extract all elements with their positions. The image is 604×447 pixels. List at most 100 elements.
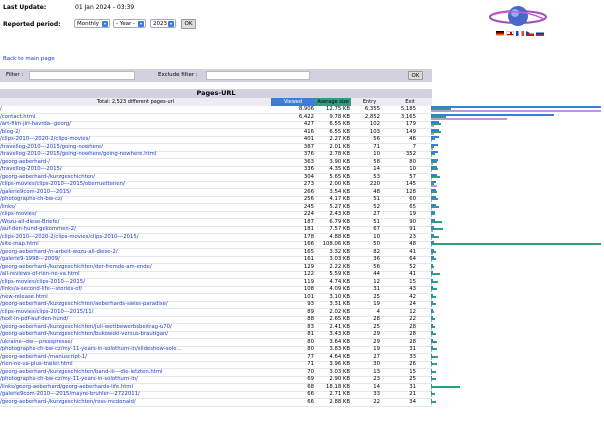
page-url-link[interactable]: /clips-movies/clips-2010---2015/oberruet… [0, 181, 125, 187]
page-url-link[interactable]: /text-in-pdf-auf-den-hund/ [0, 316, 68, 322]
page-url-link[interactable]: /clips-2010---2020-2/clips-movies/clips-… [0, 234, 139, 240]
back-to-main-link[interactable]: Back to main page [3, 56, 55, 62]
entry-bar [431, 215, 432, 217]
entry-bar [431, 402, 432, 405]
page-url-link[interactable]: /travellog-2010---2015/going-nowhere/ [0, 144, 103, 150]
avg-size-bar [431, 220, 442, 223]
year-select[interactable]: 2023 ▾ [150, 19, 176, 28]
flag-cz-icon[interactable] [526, 31, 534, 36]
entry-bar [431, 162, 433, 165]
page-url-link[interactable]: /clips-2010---2020-2/clips-movies/ [0, 136, 90, 142]
page-url-link[interactable]: /clips-movies/clips-2010---2015/ [0, 279, 85, 285]
page-url-link[interactable]: /clips-movies/clips-2010---2015/11/ [0, 309, 93, 315]
table-row: /clips-2010---2020-2/clips-movies/401 2.2… [0, 136, 604, 144]
entry-bar [431, 320, 432, 322]
entry-bar [431, 267, 432, 270]
page-url-link[interactable]: /links/georg-aeberhard/georg-aeberhards-… [0, 384, 133, 390]
table-row: /georg-aeberhard-/kurzgeschichten/jull-w… [0, 323, 604, 332]
filter-input[interactable] [29, 71, 135, 80]
page-url-link[interactable]: /georg-aeberhard-/ [0, 159, 50, 165]
table-row: /auf-den-hund-gekommen-2/181 7.57 KB 67 91 [0, 226, 604, 234]
flag-fr-icon[interactable] [516, 31, 524, 36]
page-url-link[interactable]: /georg-aeberhard-/kurzgeschichten/bukows… [0, 331, 168, 337]
page-url-link[interactable]: /georg-aeberhard-/kurzgeschichten/aeberh… [0, 301, 168, 307]
entry-bar [431, 147, 433, 150]
exclude-filter-input[interactable] [206, 71, 310, 80]
table-row: /georg-aeberhard-/kurzgeschichten/aeberh… [0, 301, 604, 309]
page-url-link[interactable]: /photographs-ch-bw-cz/my-11-years-in-sol… [0, 376, 138, 382]
avg-size-bar [431, 198, 438, 200]
page-url-link[interactable]: /georg-aeberhard-/kurzgeschichten/ross-m… [0, 399, 136, 405]
viewed-bar [431, 113, 554, 116]
viewed-header: Viewed [271, 98, 315, 106]
avg-size-bar [431, 168, 438, 170]
entry-bar [431, 297, 432, 300]
filter-ok-button[interactable]: OK [408, 71, 423, 80]
page-url-link[interactable]: /new-release.html [0, 294, 48, 300]
table-row: /georg-aeberhard-/kurzgeschichten/bukows… [0, 331, 604, 339]
page-url-link[interactable]: /links/ [0, 204, 16, 210]
page-url-link[interactable]: /photographs-ch-bw-cz/my-11-years-in-sol… [0, 346, 181, 352]
entry-bar [431, 282, 432, 285]
page-url-link[interactable]: /georg-aeberhard-/n-arbeit-wozu-all-dies… [0, 249, 118, 255]
month-select[interactable]: - Year - ▾ [113, 19, 146, 28]
page-url-link[interactable]: /Wozu-all-diese-Briefe/ [0, 219, 59, 225]
table-row: /art-film-jiri-havrda--georg/427 6.55 KB 1… [0, 121, 604, 129]
page-url-link[interactable]: /rien-ne-va-plus-trailer.html [0, 361, 73, 367]
table-row: /georg-aeberhard-/manuscript-1/77 4.64 KB… [0, 353, 604, 362]
viewed-bar [431, 106, 601, 108]
page-url-link[interactable]: /all-reviews-of-rien-ne-va.html [0, 271, 80, 277]
entry-bar [431, 252, 433, 255]
page-url-link[interactable]: /photographs-ch-bw-cz/ [0, 196, 63, 202]
page-url-link[interactable]: /georg-aeberhard-/kurzgeschichten/jull-w… [0, 324, 172, 330]
flag-ru-icon[interactable] [536, 31, 544, 36]
period-ok-button[interactable]: OK [181, 19, 196, 29]
page-url-link[interactable]: /georg-aeberhard-/manuscript-1/ [0, 354, 87, 360]
period-select-value: Monthly [77, 21, 100, 27]
table-row: /photographs-ch-bw-cz/my-11-years-in-sol… [0, 376, 604, 384]
table-row: /photographs-ch-bw-cz/my-11-years-in-sol… [0, 346, 604, 354]
total-header: Total: 2,523 different pages-url [0, 98, 271, 106]
entry-bar [431, 387, 432, 390]
table-row: /links/a-second-life---stories-of/108 4.0… [0, 286, 604, 294]
page-url-link[interactable]: /auf-den-hund-gekommen-2/ [0, 226, 76, 232]
avg-size-bar [431, 385, 460, 388]
flag-en-icon[interactable] [506, 31, 514, 36]
page-url-link[interactable]: /contact.html [0, 114, 35, 120]
entry-bar [431, 125, 434, 127]
page-url-link[interactable]: /galerie9com-2010---2015/mayre-bruhler--… [0, 391, 140, 397]
table-row: /contact.html 6,422 9.78 KB 2,852 3,165 [0, 113, 604, 122]
entry-bar [431, 155, 432, 157]
table-row: /georg-aeberhard-/n-arbeit-wozu-all-dies… [0, 248, 604, 257]
page-url-link[interactable]: / [0, 106, 2, 112]
page-url-link[interactable]: /georg-aeberhard-/kurzgeschichten/band-i… [0, 369, 162, 375]
table-row: /clips-movies/clips-2010---2015/oberruet… [0, 181, 604, 189]
entry-bar [431, 357, 432, 360]
table-row: /galerie9com-2010---2015/266 3.54 KB 48 128 [0, 188, 604, 197]
period-select[interactable]: Monthly ▾ [74, 19, 110, 28]
pages-url-table: /8,906 12.75 KB 6,355 5,185/contact.html 6,4… [0, 106, 604, 407]
page-url-link[interactable]: /georg-aeberhard-/kurzgeschichten/ [0, 174, 95, 180]
page-url-link[interactable]: /travellog-2010---2015/ [0, 166, 62, 172]
table-row: /galerie9-1998---2009/161 3.03 KB 36 64 [0, 256, 604, 264]
table-row: /ukraine--dw---presspresse/80 3.64 KB 29 28 [0, 338, 604, 347]
page-url-link[interactable]: /blog-2/ [0, 129, 20, 135]
entry-bar [431, 110, 601, 112]
table-row: /links/245 5.27 KB 52 65 [0, 203, 604, 212]
page-url-link[interactable]: /clips-movies/ [0, 211, 36, 217]
page-url-link[interactable]: /site-map.html [0, 241, 39, 247]
page-url-link[interactable]: /travellog-2010---2015/going-nowhere/goi… [0, 151, 156, 157]
avg-size-bar [431, 175, 440, 178]
chevron-down-icon: ▾ [138, 21, 144, 27]
page-url-link[interactable]: /links/a-second-life---stories-of/ [0, 286, 82, 292]
page-url-link[interactable]: /galerie9com-2010---2015/ [0, 189, 71, 195]
page-url-link[interactable]: /georg-aeberhard-/kurzgeschichten/der-fr… [0, 264, 152, 270]
page-url-link[interactable]: /ukraine--dw---presspresse/ [0, 339, 72, 345]
table-row: /new-release.html 101 3.10 KB 25 42 [0, 293, 604, 302]
page-url-link[interactable]: /art-film-jiri-havrda--georg/ [0, 121, 71, 127]
entry-bar [431, 275, 432, 277]
flag-de-icon[interactable] [496, 31, 504, 36]
section-title: Pages-URL [0, 89, 432, 98]
page-url-link[interactable]: /galerie9-1998---2009/ [0, 256, 60, 262]
table-row: /georg-aeberhard-/363 3.90 KB 58 80 [0, 158, 604, 167]
